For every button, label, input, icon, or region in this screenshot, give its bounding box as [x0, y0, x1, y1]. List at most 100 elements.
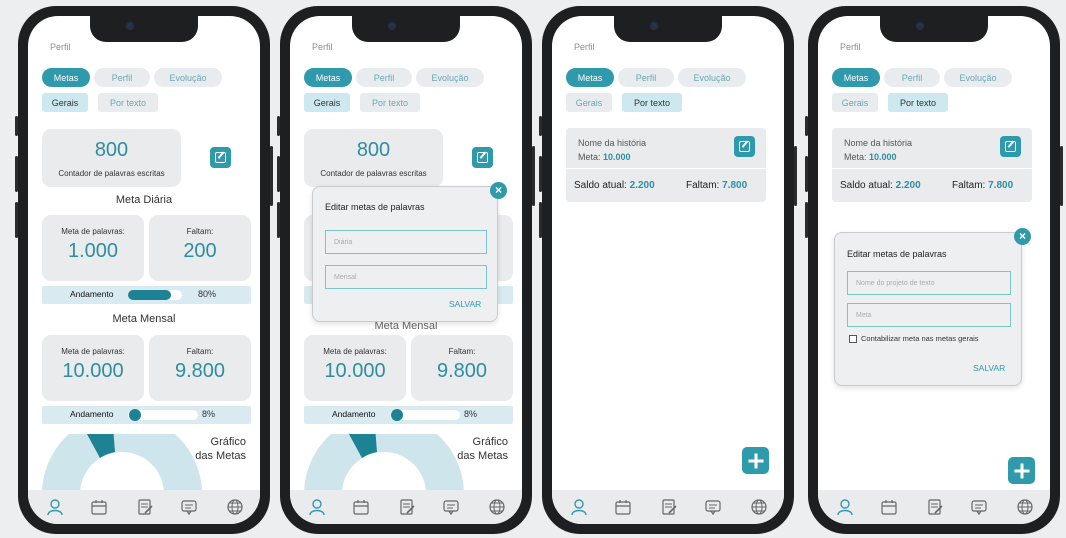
user-icon[interactable]	[308, 498, 326, 516]
tab-metas[interactable]: Metas	[304, 68, 352, 87]
daily-remaining-label: Faltam:	[186, 227, 214, 236]
story-name: Nome da história	[578, 138, 647, 148]
story-faltam-label: Faltam:	[952, 180, 986, 191]
subtab-gerais[interactable]: Gerais	[42, 93, 88, 112]
document-edit-icon[interactable]	[136, 498, 154, 516]
word-counter-card: 800 Contador de palavras escritas	[42, 129, 181, 187]
story-saldo: Saldo atual: 2.200	[574, 180, 655, 191]
monthly-goal-input[interactable]: Mensal	[325, 265, 487, 289]
tab-evolucao[interactable]: Evolução	[154, 68, 222, 87]
chat-icon[interactable]	[442, 498, 460, 516]
screen: Perfil Metas Perfil Evolução Gerais Por …	[818, 16, 1050, 524]
subtab-por-texto[interactable]: Por texto	[888, 93, 948, 112]
user-icon[interactable]	[46, 498, 64, 516]
chat-icon[interactable]	[180, 498, 198, 516]
notch	[880, 16, 988, 42]
edit-goals-button[interactable]	[472, 147, 493, 168]
screen: Perfil Metas Perfil Evolução Gerais Por …	[28, 16, 260, 524]
monthly-progress-label: Andamento	[70, 409, 114, 419]
story-faltam-value: 7.800	[722, 180, 748, 191]
modal-title: Editar metas de palavras	[325, 202, 425, 212]
tab-metas[interactable]: Metas	[566, 68, 614, 87]
goal-input[interactable]: Meta	[847, 303, 1011, 327]
monthly-progress-bar	[390, 409, 460, 421]
monthly-remaining-value: 9.800	[174, 360, 226, 382]
edit-story-button[interactable]	[1000, 136, 1021, 157]
story-meta: Meta: 10.000	[578, 152, 631, 162]
edit-story-button[interactable]	[734, 136, 755, 157]
subtab-por-texto[interactable]: Por texto	[622, 93, 682, 112]
calendar-icon[interactable]	[352, 498, 370, 516]
checkbox-box[interactable]	[849, 334, 857, 343]
close-icon[interactable]: ×	[1014, 228, 1031, 245]
tab-metas[interactable]: Metas	[832, 68, 880, 87]
chat-icon[interactable]	[970, 498, 988, 516]
chart-title-line1: Gráfico	[472, 436, 508, 448]
edit-goals-button[interactable]	[210, 147, 231, 168]
counter-value: 800	[94, 139, 129, 161]
subtab-gerais[interactable]: Gerais	[832, 93, 878, 112]
story-faltam: Faltam: 7.800	[952, 180, 1013, 191]
save-button[interactable]: SALVAR	[973, 363, 1005, 373]
subtab-por-texto[interactable]: Por texto	[360, 93, 420, 112]
tab-metas[interactable]: Metas	[42, 68, 90, 87]
story-faltam-label: Faltam:	[686, 180, 720, 191]
story-faltam: Faltam: 7.800	[686, 180, 747, 191]
chart-title-line2: das Metas	[195, 450, 246, 462]
count-in-general-goals-checkbox[interactable]: Contabilizar meta nas metas gerais	[849, 334, 979, 343]
globe-icon[interactable]	[226, 498, 244, 516]
edit-goals-modal: Editar metas de palavras Diária Mensal S…	[312, 186, 498, 322]
notch	[352, 16, 460, 42]
checkbox-label: Contabilizar meta nas metas gerais	[861, 334, 979, 343]
chart-title-line1: Gráfico	[210, 436, 246, 448]
monthly-goal-label: Meta de palavras:	[61, 347, 125, 356]
card-divider	[832, 168, 1032, 169]
screen-title: Perfil	[50, 42, 71, 52]
story-meta-label: Meta:	[578, 152, 601, 162]
daily-remaining-value: 200	[183, 240, 217, 262]
tab-perfil[interactable]: Perfil	[356, 68, 412, 87]
card-divider	[566, 168, 766, 169]
bottom-nav	[818, 490, 1050, 524]
monthly-remaining-label: Faltam:	[186, 347, 214, 356]
tab-evolucao[interactable]: Evolução	[678, 68, 746, 87]
monthly-remaining-label: Faltam:	[448, 347, 476, 356]
screen: Perfil Metas Perfil Evolução Gerais Por …	[290, 16, 522, 524]
story-saldo-label: Saldo atual:	[574, 180, 627, 191]
story-saldo-value: 2.200	[629, 180, 655, 191]
subtab-gerais[interactable]: Gerais	[304, 93, 350, 112]
tab-evolucao[interactable]: Evolução	[944, 68, 1012, 87]
story-faltam-value: 7.800	[988, 180, 1014, 191]
chat-icon[interactable]	[704, 498, 722, 516]
tab-evolucao[interactable]: Evolução	[416, 68, 484, 87]
calendar-icon[interactable]	[614, 498, 632, 516]
tab-perfil[interactable]: Perfil	[884, 68, 940, 87]
subtab-por-texto[interactable]: Por texto	[98, 93, 158, 112]
tab-perfil[interactable]: Perfil	[94, 68, 150, 87]
user-icon[interactable]	[836, 498, 854, 516]
story-saldo-label: Saldo atual:	[840, 180, 893, 191]
document-edit-icon[interactable]	[660, 498, 678, 516]
tab-perfil[interactable]: Perfil	[618, 68, 674, 87]
add-story-button[interactable]	[742, 447, 769, 474]
calendar-icon[interactable]	[880, 498, 898, 516]
daily-progress-fill	[128, 290, 172, 300]
calendar-icon[interactable]	[90, 498, 108, 516]
monthly-remaining-card: Faltam: 9.800	[149, 335, 251, 401]
document-edit-icon[interactable]	[926, 498, 944, 516]
add-story-button[interactable]	[1008, 457, 1035, 484]
save-button[interactable]: SALVAR	[449, 299, 481, 309]
subtab-gerais[interactable]: Gerais	[566, 93, 612, 112]
globe-icon[interactable]	[488, 498, 506, 516]
user-icon[interactable]	[570, 498, 588, 516]
globe-icon[interactable]	[750, 498, 768, 516]
globe-icon[interactable]	[1016, 498, 1034, 516]
story-meta: Meta: 10.000	[844, 152, 897, 162]
close-icon[interactable]: ×	[490, 182, 507, 199]
monthly-progress-label: Andamento	[332, 409, 376, 419]
daily-progress-label: Andamento	[70, 289, 114, 299]
monthly-goal-value: 10.000	[62, 360, 124, 382]
project-name-input[interactable]: Nome do projeto de texto	[847, 271, 1011, 295]
daily-goal-input[interactable]: Diária	[325, 230, 487, 254]
document-edit-icon[interactable]	[398, 498, 416, 516]
